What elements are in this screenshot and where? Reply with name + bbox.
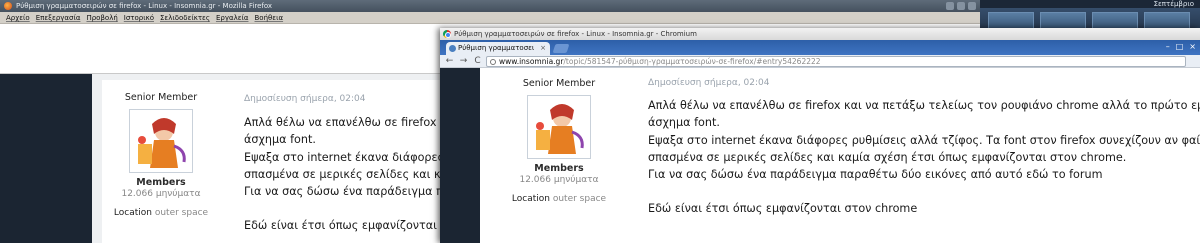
post-line: Για να σας δώσω ένα παράδειγμα παρα — [244, 185, 465, 199]
chromium-title: Ρύθμιση γραμματοσειρών σε firefox - Linu… — [454, 30, 697, 38]
member-rank: Senior Member — [124, 92, 198, 103]
post-date: Δημοσίευση σήμερα, 02:04 — [244, 94, 366, 104]
post-spacer — [244, 200, 468, 217]
post-author: Senior Member Members 12.066 μηνύματα Lo… — [500, 78, 618, 204]
post-spacer — [648, 183, 1200, 200]
menu-tools[interactable]: Εργαλεία — [216, 12, 249, 23]
avatar[interactable] — [527, 95, 591, 159]
window-controls: – □ × — [1166, 42, 1196, 51]
avatar-image — [130, 110, 192, 172]
chromium-window: Ρύθμιση γραμματοσειρών σε firefox - Linu… — [440, 28, 1200, 243]
post-line: Εδώ είναι έτσι όπως εμφανίζονται στον ch… — [648, 202, 918, 216]
chromium-toolbar: ← → C www.insomnia.gr/topic/581547-ρύθμι… — [440, 55, 1200, 68]
member-location: Location outer space — [102, 208, 220, 218]
post-line: άσχημα font. — [244, 133, 316, 147]
tab-label: Ρύθμιση γραμματοσει — [458, 44, 535, 52]
new-tab-button[interactable] — [552, 44, 570, 53]
reload-button[interactable]: C — [472, 55, 483, 68]
avatar[interactable] — [129, 109, 193, 173]
menu-bookmarks[interactable]: Σελιδοδείκτες — [160, 12, 210, 23]
post-line: Εδώ είναι έτσι όπως εμφανίζονται στον — [244, 219, 468, 233]
post-line: Απλά θέλω να επανέλθω σε firefox και να … — [648, 99, 1200, 112]
menu-help[interactable]: Βοήθεια — [255, 12, 284, 23]
url-host: www.insomnia.gr — [499, 57, 564, 66]
member-group[interactable]: Members — [102, 177, 220, 188]
maximize-icon[interactable]: □ — [1176, 42, 1184, 51]
window-controls — [946, 2, 976, 10]
address-bar[interactable]: www.insomnia.gr/topic/581547-ρύθμιση-γρα… — [486, 56, 1186, 67]
minimize-icon[interactable]: – — [1166, 42, 1170, 51]
firefox-title: Ρύθμιση γραμματοσειρών σε firefox - Linu… — [16, 2, 273, 10]
post-count: 12.066 μηνύματα — [519, 175, 599, 185]
panel-clock[interactable]: Σεπτέμβριο — [1154, 0, 1194, 8]
location-label: Location — [113, 208, 152, 218]
location-value: outer space — [154, 208, 209, 218]
back-button[interactable]: ← — [444, 55, 455, 68]
close-icon[interactable]: × — [1189, 42, 1196, 51]
page-background — [440, 68, 480, 243]
post-author: Senior Member Members 12.066 μηνύματα Lo… — [102, 92, 220, 218]
forward-button[interactable]: → — [458, 55, 469, 68]
tab-active[interactable]: Ρύθμιση γραμματοσει × — [446, 42, 550, 55]
favicon-icon — [449, 45, 456, 52]
chromium-page: Senior Member Members 12.066 μηνύματα Lo… — [480, 68, 1200, 243]
member-location: Location outer space — [500, 194, 618, 204]
desktop-panel: Σεπτέμβριο — [980, 0, 1200, 8]
menu-history[interactable]: Ιστορικό — [124, 12, 154, 23]
minimize-icon[interactable] — [946, 2, 954, 10]
post-body: Απλά θέλω να επανέλθω σε firefox και να … — [648, 97, 1200, 218]
post-line: Εψαξα στο internet έκανα διάφορες ρυθμίσ… — [648, 133, 1200, 147]
post-line: άσχημα font. — [648, 116, 720, 130]
post-date: Δημοσίευση σήμερα, 02:04 — [648, 78, 770, 88]
url-path: /topic/581547-ρύθμιση-γραμματοσειρών-σε-… — [563, 57, 821, 66]
menu-edit[interactable]: Επεξεργασία — [36, 12, 81, 23]
desktop-screen: Ρύθμιση γραμματοσειρών σε firefox - Linu… — [0, 0, 1200, 243]
firefox-page: Senior Member Members 12.066 μηνύματα Lo… — [92, 74, 502, 243]
post-line: Εψαξα στο internet έκανα διάφορες ρυθ — [244, 150, 469, 164]
tab-strip: Ρύθμιση γραμματοσει × – □ × — [440, 40, 1200, 55]
member-rank: Senior Member — [522, 78, 596, 89]
page-background — [0, 74, 92, 243]
post-line: Απλά θέλω να επανέλθω σε firefox και ν — [244, 116, 468, 129]
firefox-icon — [4, 2, 12, 10]
chromium-icon — [443, 30, 451, 38]
tab-close-icon[interactable]: × — [540, 42, 546, 55]
nav-buttons: ← → C — [444, 55, 483, 68]
post-line: σπασμένα σε μερικές σελίδες και καμία σχ… — [648, 150, 1127, 164]
close-icon[interactable] — [968, 2, 976, 10]
globe-icon — [490, 59, 496, 65]
avatar-image — [528, 96, 590, 158]
maximize-icon[interactable] — [957, 2, 965, 10]
firefox-menubar: Αρχείο Επεξεργασία Προβολή Ιστορικό Σελι… — [0, 12, 980, 24]
post-count: 12.066 μηνύματα — [121, 189, 201, 199]
firefox-titlebar[interactable]: Ρύθμιση γραμματοσειρών σε firefox - Linu… — [0, 0, 980, 12]
menu-view[interactable]: Προβολή — [86, 12, 117, 23]
member-group[interactable]: Members — [500, 163, 618, 174]
location-value: outer space — [552, 194, 607, 204]
post-body: Απλά θέλω να επανέλθω σε firefox και ν ά… — [244, 114, 468, 235]
location-label: Location — [511, 194, 550, 204]
post-line: Για να σας δώσω ένα παράδειγμα παραθέτω … — [648, 168, 1103, 182]
menu-file[interactable]: Αρχείο — [6, 12, 30, 23]
post-line: σπασμένα σε μερικές σελίδες και καμία — [244, 167, 467, 181]
chromium-titlebar[interactable]: Ρύθμιση γραμματοσειρών σε firefox - Linu… — [440, 28, 1200, 40]
